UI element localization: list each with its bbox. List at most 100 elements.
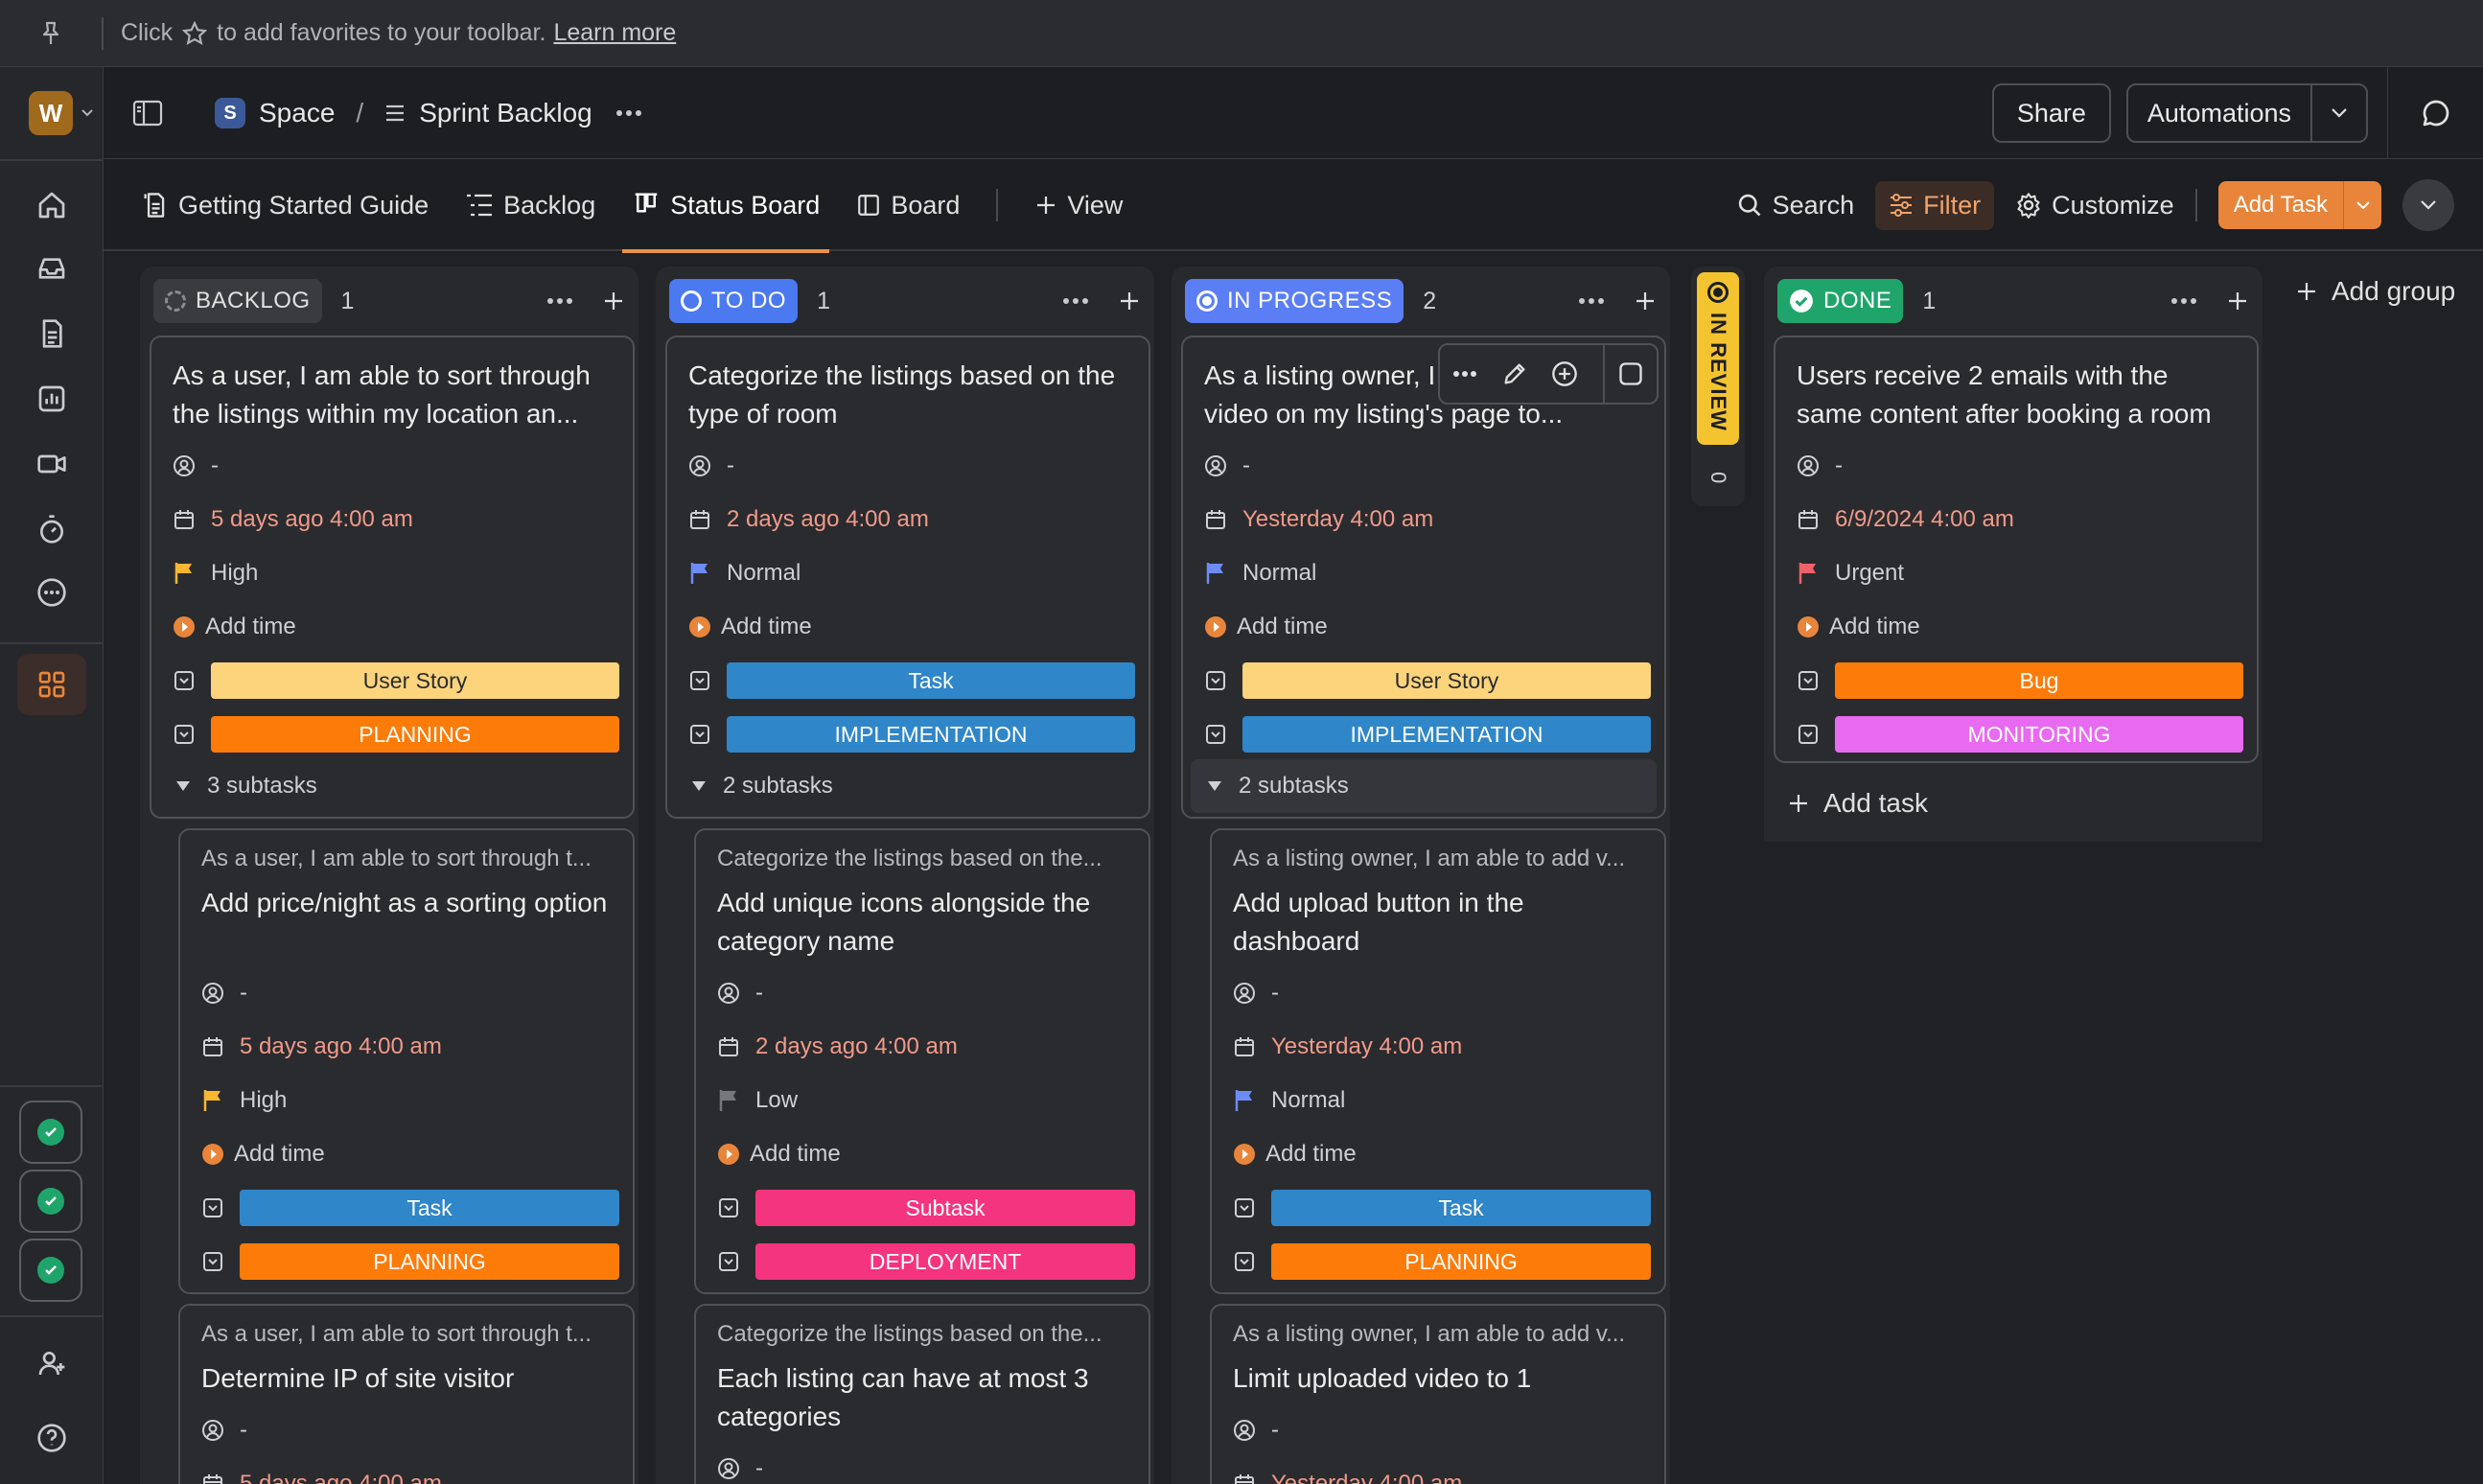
add-task-label[interactable]: Add Task <box>2218 181 2343 229</box>
subtask-title[interactable]: Add price/night as a sorting option <box>201 884 614 922</box>
type-tag[interactable]: Task <box>1271 1190 1651 1226</box>
learn-more-link[interactable]: Learn more <box>553 19 676 47</box>
calendar-icon[interactable] <box>1797 508 1820 531</box>
checklist-item-3[interactable] <box>19 1239 82 1302</box>
play-icon[interactable] <box>688 615 711 638</box>
flag-icon[interactable] <box>688 562 711 585</box>
tab-getting-started-guide[interactable]: Getting Started Guide <box>142 159 429 251</box>
collapse-toolbar-button[interactable] <box>2402 179 2454 231</box>
subtask-title[interactable]: Each listing can have at most 3 categori… <box>717 1359 1129 1436</box>
task-card[interactable]: Categorize the listings based on the typ… <box>665 336 1150 819</box>
add-group-button[interactable]: Add group <box>2295 276 2455 307</box>
assignee-icon[interactable] <box>717 982 740 1005</box>
tab-status-board[interactable]: Status Board <box>622 159 830 253</box>
add-task-button[interactable]: Add Task <box>2217 181 2381 229</box>
flag-icon[interactable] <box>1233 1089 1256 1112</box>
chevron-down-icon[interactable] <box>2343 181 2381 229</box>
workspace-switcher[interactable]: W <box>29 91 94 135</box>
subtask-card[interactable]: As a user, I am able to sort through t..… <box>178 828 635 1294</box>
add-task-link[interactable]: Add task <box>1787 775 1928 832</box>
subtask-card[interactable]: As a listing owner, I am able to add v..… <box>1210 828 1666 1294</box>
subtask-title[interactable]: Add upload button in the dashboard <box>1233 884 1645 961</box>
subtasks-toggle[interactable]: 3 subtasks <box>159 759 625 813</box>
type-tag[interactable]: Task <box>240 1190 619 1226</box>
phase-tag[interactable]: IMPLEMENTATION <box>1242 716 1651 753</box>
chevron-down-icon[interactable] <box>2312 85 2366 141</box>
subtask-card[interactable]: Categorize the listings based on the... … <box>694 1304 1150 1484</box>
video-icon[interactable] <box>33 445 71 483</box>
time-tracking[interactable]: Add time <box>1237 614 1328 640</box>
play-icon[interactable] <box>717 1143 740 1166</box>
subtasks-toggle[interactable]: 2 subtasks <box>1191 759 1657 813</box>
calendar-icon[interactable] <box>688 508 711 531</box>
phase-tag[interactable]: PLANNING <box>1271 1243 1651 1280</box>
share-button[interactable]: Share <box>1991 83 2111 143</box>
help-icon[interactable] <box>33 1419 71 1457</box>
subtask-card[interactable]: Categorize the listings based on the... … <box>694 828 1150 1294</box>
calendar-icon[interactable] <box>173 508 196 531</box>
more-options-icon[interactable] <box>2170 297 2197 305</box>
time-tracking[interactable]: Add time <box>234 1141 325 1168</box>
status-badge[interactable]: BACKLOG <box>153 279 322 323</box>
due-date[interactable]: Yesterday 4:00 am <box>1271 1033 1462 1060</box>
subtask-title[interactable]: Add unique icons alongside the category … <box>717 884 1129 961</box>
assignee-icon[interactable] <box>201 1419 224 1442</box>
time-tracking[interactable]: Add time <box>205 614 296 640</box>
inbox-icon[interactable] <box>33 249 71 288</box>
task-card[interactable]: Users receive 2 emails with the same con… <box>1774 336 2259 763</box>
status-badge[interactable]: IN REVIEW <box>1697 272 1739 445</box>
status-badge[interactable]: TO DO <box>669 279 799 323</box>
subtask-card[interactable]: As a user, I am able to sort through t..… <box>178 1304 635 1484</box>
type-tag[interactable]: Bug <box>1835 662 2243 699</box>
type-tag[interactable]: Subtask <box>755 1190 1135 1226</box>
task-card[interactable]: As a user, I am able to sort through the… <box>150 336 635 819</box>
play-icon[interactable] <box>1233 1143 1256 1166</box>
due-date[interactable]: 6/9/2024 4:00 am <box>1835 506 2014 533</box>
play-icon[interactable] <box>1797 615 1820 638</box>
calendar-icon[interactable] <box>1233 1472 1256 1484</box>
plus-icon[interactable] <box>602 290 625 313</box>
phase-tag[interactable]: DEPLOYMENT <box>755 1243 1135 1280</box>
more-options-icon[interactable] <box>615 109 642 117</box>
time-tracking[interactable]: Add time <box>1829 614 1920 640</box>
flag-icon[interactable] <box>717 1089 740 1112</box>
status-badge[interactable]: IN PROGRESS <box>1185 279 1404 323</box>
subtask-title[interactable]: Limit uploaded video to 1 <box>1233 1359 1645 1398</box>
assignee-icon[interactable] <box>688 454 711 477</box>
task-card[interactable]: As a listing owner, I am able to add a v… <box>1181 336 1666 819</box>
assignee-icon[interactable] <box>1233 1419 1256 1442</box>
filter-button[interactable]: Filter <box>1875 180 1995 230</box>
timer-icon[interactable] <box>33 510 71 548</box>
task-title[interactable]: As a user, I am able to sort through the… <box>173 357 614 433</box>
type-tag[interactable]: User Story <box>211 662 619 699</box>
more-options-icon[interactable] <box>1578 297 1605 305</box>
due-date[interactable]: 5 days ago 4:00 am <box>240 1471 442 1484</box>
subtask-title[interactable]: Determine IP of site visitor <box>201 1359 614 1398</box>
due-date[interactable]: Yesterday 4:00 am <box>1271 1471 1462 1484</box>
customize-button[interactable]: Customize <box>2015 191 2174 220</box>
chat-icon[interactable] <box>2387 67 2483 159</box>
automations-label[interactable]: Automations <box>2128 85 2312 141</box>
edit-icon[interactable] <box>1490 360 1540 387</box>
flag-icon[interactable] <box>1204 562 1227 585</box>
assignee-icon[interactable] <box>1204 454 1227 477</box>
time-tracking[interactable]: Add time <box>1265 1141 1357 1168</box>
play-icon[interactable] <box>201 1143 224 1166</box>
more-icon[interactable] <box>33 573 71 612</box>
select-checkbox[interactable] <box>1603 345 1657 403</box>
assignee-icon[interactable] <box>173 454 196 477</box>
flag-icon[interactable] <box>1797 562 1820 585</box>
dashboards-icon[interactable] <box>33 380 71 418</box>
time-tracking[interactable]: Add time <box>721 614 812 640</box>
phase-tag[interactable]: PLANNING <box>240 1243 619 1280</box>
subtask-card[interactable]: As a listing owner, I am able to add v..… <box>1210 1304 1666 1484</box>
assignee-icon[interactable] <box>1233 982 1256 1005</box>
plus-icon[interactable] <box>1634 290 1657 313</box>
more-options-icon[interactable] <box>1440 370 1490 378</box>
calendar-icon[interactable] <box>717 1035 740 1058</box>
task-title[interactable]: Users receive 2 emails with the same con… <box>1797 357 2238 433</box>
pin-icon[interactable] <box>0 21 102 46</box>
more-options-icon[interactable] <box>546 297 573 305</box>
tab-backlog[interactable]: Backlog <box>465 159 595 251</box>
add-circle-icon[interactable] <box>1540 360 1590 387</box>
